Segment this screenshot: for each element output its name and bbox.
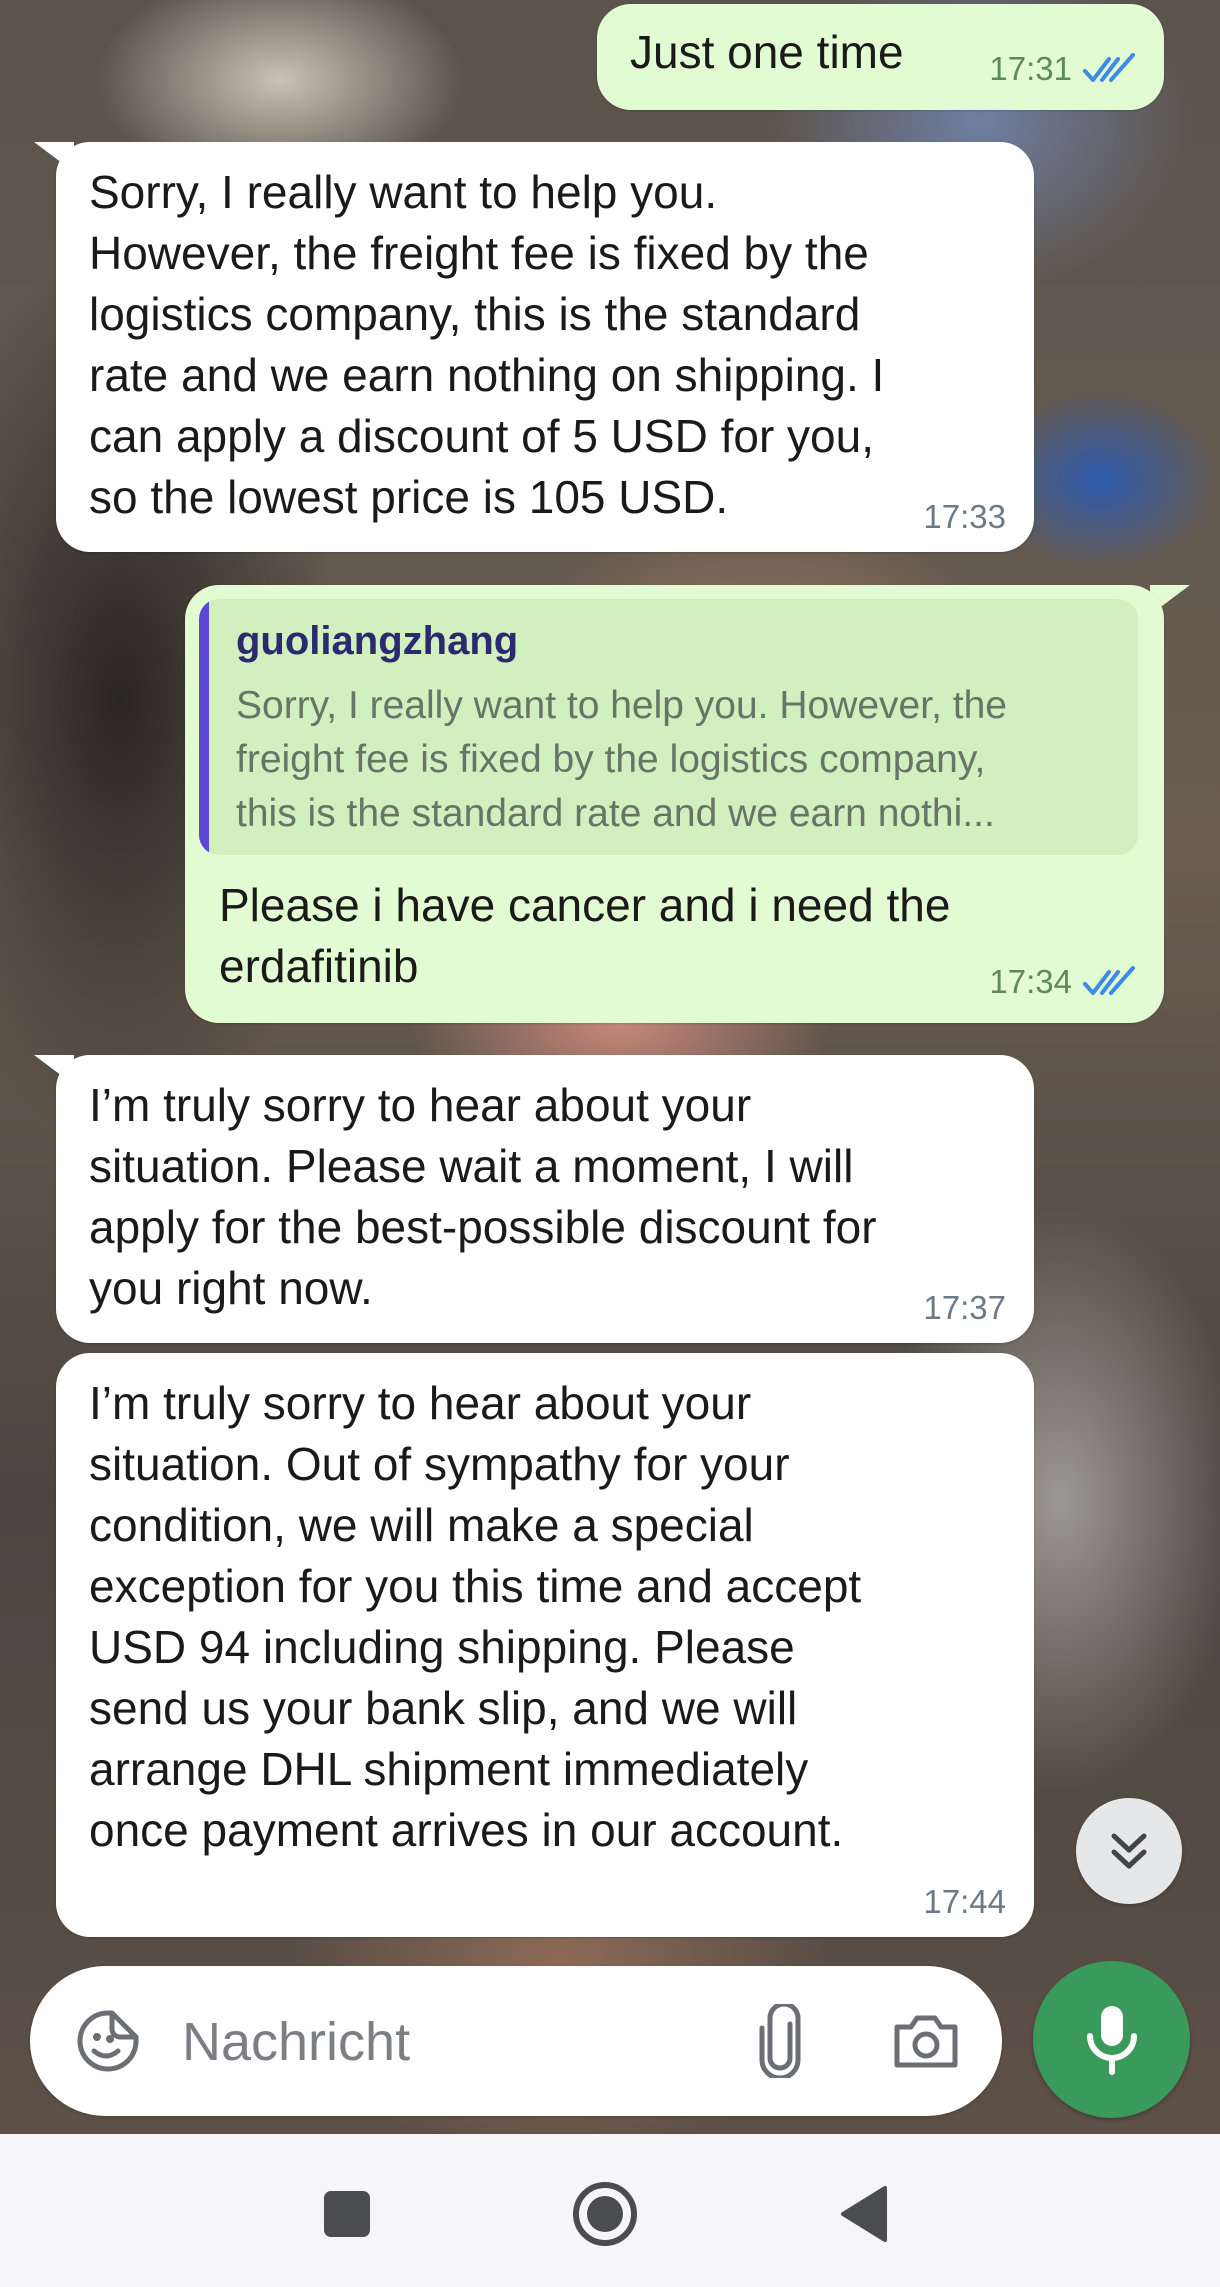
message-meta: 17:31	[989, 50, 1136, 88]
message-text: I’m truly sorry to hear about your situa…	[89, 1377, 862, 1856]
square-icon	[324, 2191, 370, 2237]
paperclip-icon	[759, 2004, 801, 2078]
message-composer	[30, 1966, 1002, 2116]
read-ticks-icon	[1083, 966, 1135, 995]
message-meta: 17:33	[923, 498, 1006, 536]
message-meta: 17:34	[989, 963, 1136, 1001]
reply-author: guoliangzhang	[236, 619, 519, 663]
back-button[interactable]	[814, 2164, 914, 2264]
message-time: 17:44	[923, 1883, 1006, 1920]
scroll-to-bottom-button[interactable]	[1076, 1798, 1182, 1904]
circle-icon	[573, 2182, 637, 2246]
system-navigation-bar	[0, 2134, 1220, 2287]
message-time: 17:31	[989, 50, 1072, 87]
reply-text: Sorry, I really want to help you. Howeve…	[236, 684, 1007, 835]
voice-message-button[interactable]	[1033, 1961, 1190, 2118]
emoji-button[interactable]	[68, 2001, 148, 2081]
message-bubble-incoming[interactable]: I’m truly sorry to hear about your situa…	[56, 1353, 1034, 1937]
message-time: 17:34	[989, 963, 1072, 1000]
triangle-back-icon	[841, 2186, 887, 2242]
message-text: Sorry, I really want to help you. Howeve…	[89, 166, 885, 523]
recents-button[interactable]	[297, 2164, 397, 2264]
home-button[interactable]	[555, 2164, 655, 2264]
double-chevron-down-icon	[1111, 1833, 1147, 1869]
message-time: 17:33	[923, 498, 1006, 535]
message-text: Please i have cancer and i need the erda…	[219, 879, 951, 992]
camera-button[interactable]	[886, 2001, 966, 2081]
sticker-smile-icon	[77, 2010, 139, 2072]
message-input[interactable]	[180, 1996, 724, 2088]
message-bubble-incoming[interactable]: I’m truly sorry to hear about your situa…	[56, 1055, 1034, 1343]
attach-button[interactable]	[740, 2001, 820, 2081]
message-time: 17:37	[923, 1289, 1006, 1326]
camera-icon	[894, 2015, 958, 2068]
read-ticks-icon	[1083, 53, 1135, 82]
message-bubble-outgoing[interactable]: guoliangzhang Sorry, I really want to he…	[185, 585, 1164, 1023]
message-bubble-incoming[interactable]: Sorry, I really want to help you. Howeve…	[56, 142, 1034, 552]
reply-accent-bar	[199, 599, 209, 855]
message-text: Just one time	[630, 26, 904, 78]
reply-quote[interactable]: guoliangzhang Sorry, I really want to he…	[199, 599, 1138, 855]
message-text: I’m truly sorry to hear about your situa…	[89, 1079, 877, 1314]
message-meta: 17:44	[923, 1883, 1006, 1921]
message-meta: 17:37	[923, 1289, 1006, 1327]
message-bubble-outgoing[interactable]: Just one time 17:31	[597, 4, 1164, 110]
microphone-icon	[1086, 2005, 1137, 2075]
